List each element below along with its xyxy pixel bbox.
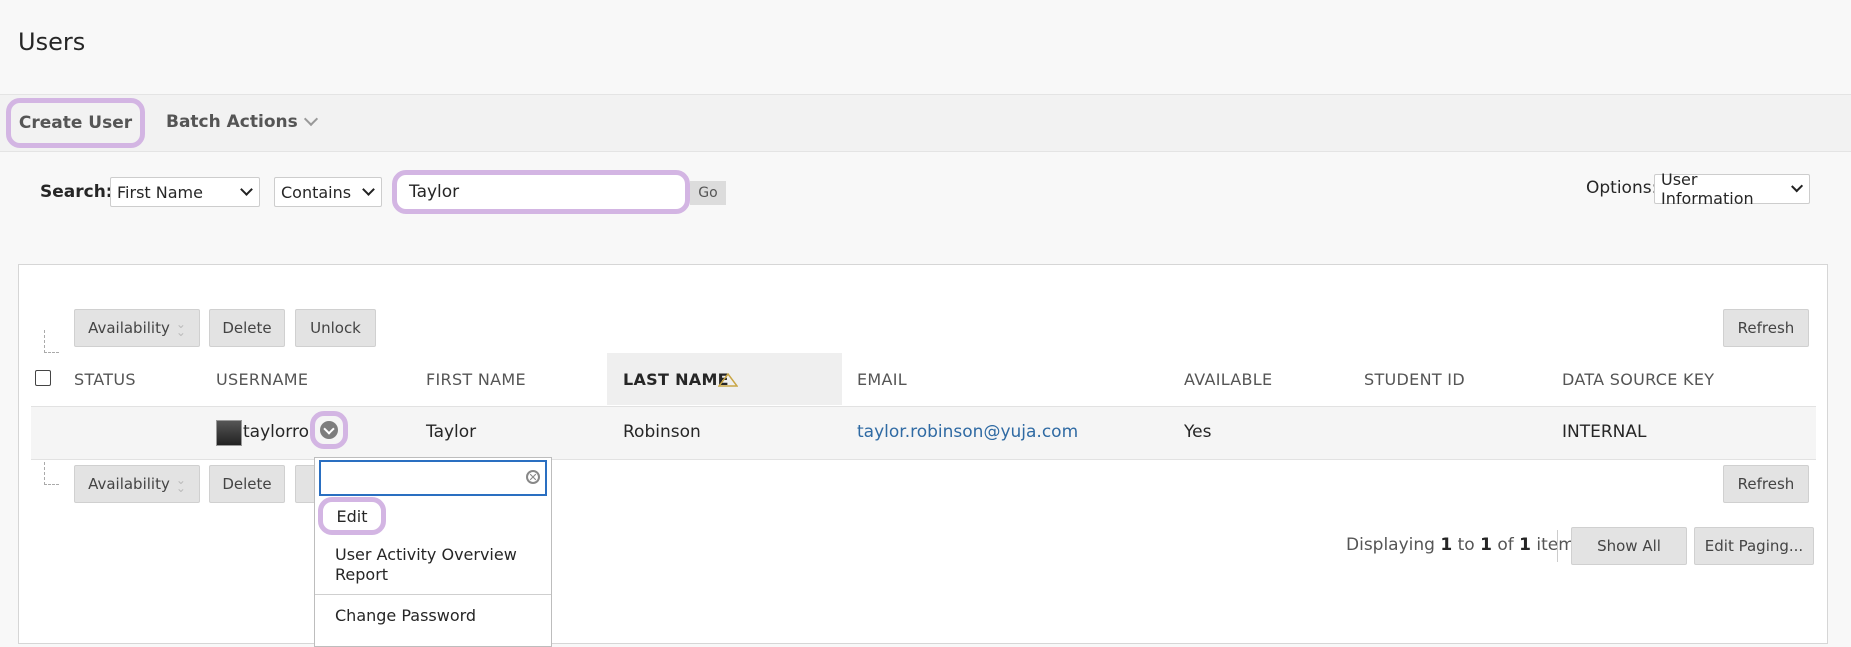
delete-button-bottom[interactable]: Delete — [209, 465, 285, 503]
batch-actions-label: Batch Actions — [166, 112, 298, 132]
header-first-name[interactable]: FIRST NAME — [426, 370, 526, 389]
menu-item-edit[interactable]: Edit — [318, 497, 386, 535]
availability-label: Availability — [88, 475, 170, 493]
availability-button-bottom[interactable]: Availability ⌄ ⌄ — [74, 465, 200, 503]
show-all-button[interactable]: Show All — [1571, 527, 1687, 565]
paging-prefix: Displaying — [1346, 535, 1435, 555]
chevron-down-icon — [303, 111, 318, 127]
refresh-button-bottom[interactable]: Refresh — [1723, 465, 1809, 503]
menu-search-input[interactable] — [319, 460, 547, 496]
search-operator-value: Contains — [281, 182, 352, 202]
search-field-select[interactable]: First Name — [110, 177, 260, 207]
cell-email-link[interactable]: taylor.robinson@yuja.com — [857, 422, 1078, 442]
divider — [1557, 530, 1558, 562]
chevron-down-icon — [240, 183, 253, 196]
batch-actions-menu[interactable]: Batch Actions — [166, 111, 318, 132]
chevron-down-icon — [1790, 180, 1803, 193]
menu-item-change-password[interactable]: Change Password — [335, 606, 476, 625]
cell-username: taylorrob — [243, 422, 313, 442]
availability-button-top[interactable]: Availability ⌄ ⌄ — [74, 309, 200, 347]
header-status[interactable]: STATUS — [74, 370, 136, 389]
paging-of-word: of — [1497, 535, 1514, 555]
chevron-down-icon — [362, 183, 375, 196]
header-email[interactable]: EMAIL — [857, 370, 907, 389]
paging-to: 1 — [1480, 535, 1492, 555]
chevron-down-icon — [320, 421, 338, 439]
search-label: Search: — [40, 182, 113, 202]
header-username[interactable]: USERNAME — [216, 370, 308, 389]
header-last-name[interactable]: LAST NAME — [623, 370, 729, 389]
avatar — [216, 420, 242, 446]
clear-icon[interactable]: ✕ — [526, 470, 540, 484]
unlock-button-top[interactable]: Unlock — [295, 309, 376, 347]
paging-summary: Displaying 1 to 1 of 1 items — [1346, 535, 1584, 555]
cell-data-source-key: INTERNAL — [1562, 422, 1647, 442]
paging-total: 1 — [1519, 535, 1531, 555]
cell-first-name: Taylor — [426, 422, 477, 442]
paging-from: 1 — [1440, 535, 1453, 555]
select-all-checkbox[interactable] — [35, 370, 51, 386]
options-label: Options: — [1586, 178, 1658, 198]
go-button[interactable]: Go — [690, 181, 726, 205]
double-chevron-down-icon: ⌄ ⌄ — [175, 317, 186, 339]
menu-item-user-activity-report[interactable]: User Activity Overview Report — [335, 545, 535, 585]
header-student-id[interactable]: STUDENT ID — [1364, 370, 1465, 389]
search-field-value: First Name — [117, 182, 203, 202]
sort-ascending-icon — [718, 373, 738, 387]
search-operator-select[interactable]: Contains — [274, 177, 382, 207]
double-chevron-down-icon: ⌄ ⌄ — [175, 473, 186, 495]
page-title: Users — [18, 28, 86, 56]
refresh-button-top[interactable]: Refresh — [1723, 309, 1809, 347]
header-available[interactable]: AVAILABLE — [1184, 370, 1272, 389]
header-data-source-key[interactable]: DATA SOURCE KEY — [1562, 370, 1714, 389]
cell-available: Yes — [1184, 422, 1212, 442]
search-input[interactable]: Taylor — [392, 170, 690, 214]
row-options-button[interactable] — [310, 411, 348, 449]
paging-to-word: to — [1457, 535, 1475, 555]
availability-label: Availability — [88, 319, 170, 337]
options-select[interactable]: User Information — [1654, 170, 1810, 208]
selection-arrow-icon — [44, 462, 59, 485]
cell-last-name: Robinson — [623, 422, 701, 442]
create-user-button[interactable]: Create User — [6, 98, 145, 148]
options-value: User Information — [1661, 170, 1754, 208]
edit-paging-button[interactable]: Edit Paging... — [1694, 527, 1814, 565]
selection-arrow-icon — [44, 330, 59, 353]
delete-button-top[interactable]: Delete — [209, 309, 285, 347]
search-input-value: Taylor — [409, 182, 460, 202]
menu-divider — [315, 594, 551, 595]
